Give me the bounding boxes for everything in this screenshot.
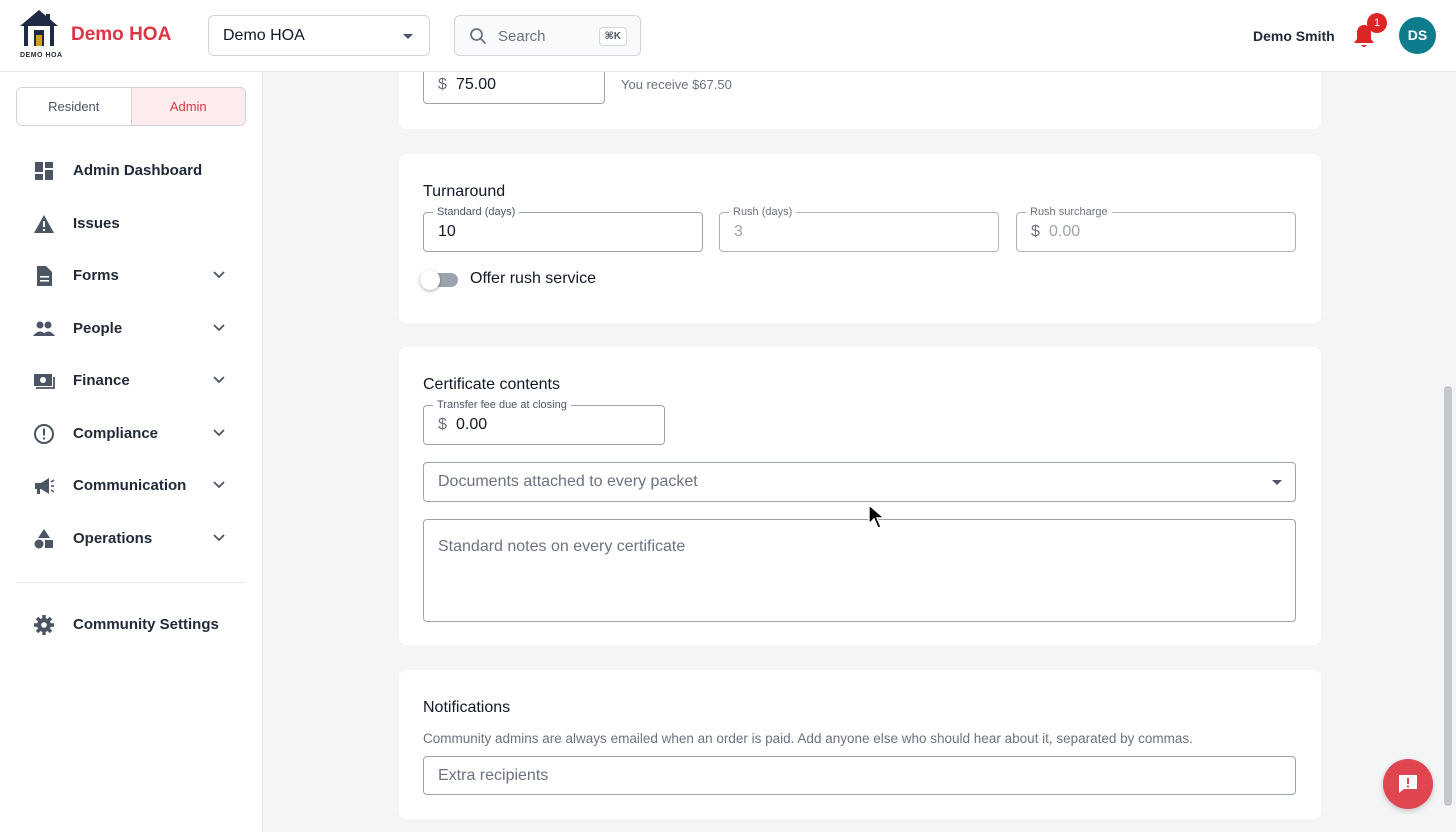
search-shortcut-hint: ⌘K bbox=[598, 27, 627, 46]
search-icon bbox=[470, 28, 486, 44]
sidebar-divider bbox=[16, 582, 246, 583]
sidebar-item-admin-dashboard[interactable]: Admin Dashboard bbox=[0, 151, 263, 191]
sidebar: Resident Admin Admin Dashboard Issues Fo… bbox=[0, 72, 263, 832]
chat-alert-icon bbox=[1399, 775, 1417, 793]
brand-name[interactable]: Demo HOA bbox=[71, 24, 171, 46]
transfer-fee-value: 0.00 bbox=[456, 416, 488, 433]
sidebar-item-label: Operations bbox=[73, 530, 153, 547]
standard-days-value: 10 bbox=[438, 223, 456, 240]
rush-toggle-label: Offer rush service bbox=[470, 270, 596, 287]
transfer-fee-field[interactable]: Transfer fee due at closing $ 0.00 bbox=[423, 398, 665, 445]
chevron-down-icon bbox=[403, 34, 413, 39]
rush-surcharge-value: 0.00 bbox=[1049, 223, 1081, 240]
standard-notes-textarea[interactable]: Standard notes on every certificate bbox=[423, 519, 1296, 622]
role-toggle: Resident Admin bbox=[16, 87, 246, 126]
role-admin-button[interactable]: Admin bbox=[131, 88, 245, 125]
chevron-down-icon bbox=[213, 324, 225, 332]
notifications-title: Notifications bbox=[423, 699, 511, 716]
chevron-down-icon bbox=[213, 429, 225, 437]
top-bar: DEMO HOA Demo HOA Demo HOA Search ⌘K Dem… bbox=[0, 0, 1456, 72]
megaphone-icon bbox=[35, 478, 55, 494]
gear-icon bbox=[34, 615, 54, 635]
chevron-down-icon bbox=[213, 376, 225, 384]
rush-days-value: 3 bbox=[734, 223, 743, 240]
document-icon bbox=[37, 266, 52, 286]
community-select-value: Demo HOA bbox=[223, 27, 305, 44]
sidebar-item-label: Forms bbox=[73, 267, 119, 284]
rush-surcharge-label: Rush surcharge bbox=[1026, 205, 1112, 219]
sidebar-item-issues[interactable]: Issues bbox=[0, 204, 263, 244]
dashboard-icon bbox=[35, 162, 53, 180]
notifications-card: Notifications Community admins are alway… bbox=[399, 670, 1321, 819]
logo-caption: DEMO HOA bbox=[20, 52, 63, 59]
notification-badge: 1 bbox=[1367, 13, 1387, 33]
scrollbar-thumb[interactable] bbox=[1444, 386, 1452, 806]
price-value: 75.00 bbox=[456, 76, 497, 93]
sidebar-item-label: People bbox=[73, 320, 123, 337]
documents-select[interactable]: Documents attached to every packet bbox=[423, 462, 1296, 502]
chevron-down-icon bbox=[213, 271, 225, 279]
sidebar-item-label: Finance bbox=[73, 372, 130, 389]
user-name[interactable]: Demo Smith bbox=[1253, 28, 1335, 44]
sidebar-item-compliance[interactable]: Compliance bbox=[0, 414, 263, 454]
rush-surcharge-currency: $ bbox=[1031, 223, 1040, 240]
search-placeholder: Search bbox=[498, 28, 546, 45]
feedback-button[interactable] bbox=[1383, 759, 1433, 809]
receive-note: You receive $67.50 bbox=[621, 77, 732, 92]
sidebar-item-community-settings[interactable]: Community Settings bbox=[0, 605, 263, 645]
sidebar-item-people[interactable]: People bbox=[0, 309, 263, 349]
standard-days-label: Standard (days) bbox=[433, 205, 520, 219]
notes-placeholder: Standard notes on every certificate bbox=[438, 538, 686, 555]
price-currency: $ bbox=[438, 76, 447, 93]
notifications-description: Community admins are always emailed when… bbox=[423, 731, 1193, 746]
community-select[interactable]: Demo HOA bbox=[208, 15, 430, 56]
alert-circle-icon bbox=[34, 424, 54, 444]
certificate-title: Certificate contents bbox=[423, 376, 560, 393]
sidebar-item-label: Compliance bbox=[73, 425, 159, 442]
extra-recipients-field[interactable]: Extra recipients bbox=[423, 756, 1296, 795]
rush-days-field[interactable]: Rush (days) 3 bbox=[719, 205, 999, 252]
rush-toggle-thumb[interactable] bbox=[420, 270, 440, 290]
search-input[interactable]: Search ⌘K bbox=[454, 15, 641, 56]
sidebar-item-communication[interactable]: Communication bbox=[0, 466, 263, 506]
money-icon bbox=[34, 374, 55, 389]
chevron-down-icon bbox=[213, 481, 225, 489]
role-resident-button[interactable]: Resident bbox=[17, 88, 132, 125]
warning-icon bbox=[34, 215, 54, 233]
people-icon bbox=[33, 321, 55, 336]
mouse-cursor-icon bbox=[868, 504, 886, 529]
transfer-fee-label: Transfer fee due at closing bbox=[433, 398, 571, 412]
sidebar-item-label: Communication bbox=[73, 477, 187, 494]
turnaround-card: Turnaround Standard (days) 10 Rush (days… bbox=[399, 154, 1321, 323]
rush-days-label: Rush (days) bbox=[729, 205, 797, 219]
sidebar-item-finance[interactable]: Finance bbox=[0, 361, 263, 401]
sidebar-item-forms[interactable]: Forms bbox=[0, 256, 263, 296]
sidebar-item-label: Community Settings bbox=[73, 616, 219, 633]
sidebar-item-label: Issues bbox=[73, 215, 120, 232]
avatar[interactable]: DS bbox=[1399, 17, 1436, 54]
sidebar-item-operations[interactable]: Operations bbox=[0, 519, 263, 559]
sidebar-item-label: Admin Dashboard bbox=[73, 162, 203, 179]
extra-recipients-placeholder: Extra recipients bbox=[438, 767, 549, 784]
documents-placeholder: Documents attached to every packet bbox=[438, 473, 698, 490]
shapes-icon bbox=[34, 529, 53, 549]
rush-surcharge-field[interactable]: Rush surcharge $ 0.00 bbox=[1016, 205, 1296, 252]
certificate-card: Certificate contents Transfer fee due at… bbox=[399, 347, 1321, 645]
chevron-down-icon bbox=[213, 534, 225, 542]
chevron-down-icon bbox=[1272, 480, 1282, 485]
turnaround-title: Turnaround bbox=[423, 183, 506, 200]
transfer-fee-currency: $ bbox=[438, 416, 447, 433]
standard-days-field[interactable]: Standard (days) 10 bbox=[423, 205, 703, 252]
